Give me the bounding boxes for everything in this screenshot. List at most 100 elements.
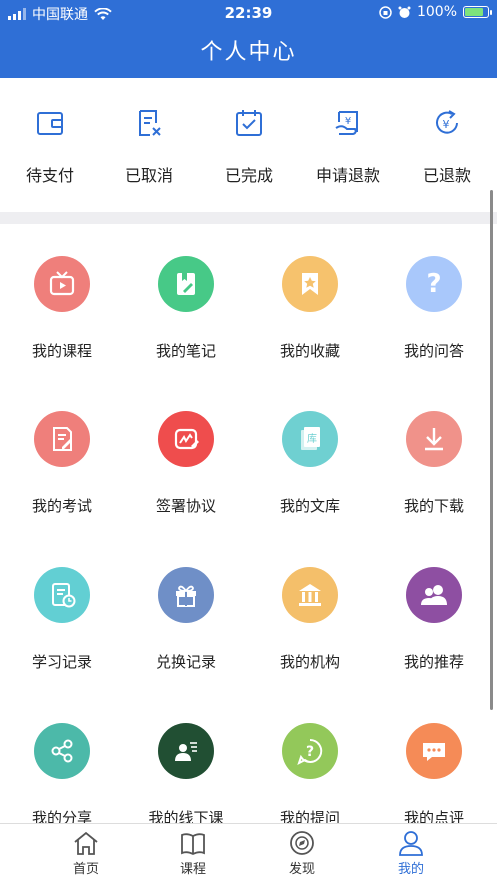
- book-icon: [181, 833, 205, 856]
- my-exams-circle: [34, 411, 90, 467]
- grid-item-my-questions[interactable]: ? 我的提问: [248, 723, 372, 828]
- grid-item-study-record[interactable]: 学习记录: [0, 567, 124, 672]
- bottom-tab-bar: 首页 课程 发现 我的: [0, 823, 497, 883]
- battery-icon: [463, 6, 492, 18]
- order-refund-request[interactable]: ¥ 申请退款: [298, 108, 398, 186]
- sign-agreement-circle: [158, 411, 214, 467]
- tab-discover[interactable]: 发现: [240, 830, 364, 877]
- library-book-icon: 库: [301, 427, 320, 450]
- order-cancelled[interactable]: 已取消: [99, 108, 199, 186]
- check-calendar-icon: [236, 110, 262, 136]
- gift-icon: [176, 585, 196, 607]
- grid-label: 我的下载: [403, 497, 464, 515]
- order-completed[interactable]: 已完成: [199, 108, 299, 186]
- svg-text:¥: ¥: [345, 116, 351, 127]
- grid-item-my-recommendations[interactable]: 我的推荐: [372, 567, 496, 672]
- tab-label: 首页: [72, 862, 99, 877]
- grid-item-my-exams[interactable]: 我的考试: [0, 411, 124, 516]
- grid-label: 我的问答: [403, 342, 464, 360]
- compass-icon: [290, 831, 314, 855]
- my-institution-circle: [282, 567, 338, 623]
- battery-percent: 100%: [416, 4, 457, 20]
- order-label: 已退款: [422, 166, 471, 185]
- grid-item-my-qa[interactable]: ? 我的问答: [372, 256, 496, 361]
- grid-item-my-reviews[interactable]: 我的点评: [372, 723, 496, 828]
- grid-item-offline-class[interactable]: 我的线下课: [124, 723, 248, 828]
- ask-question-icon: ?: [297, 738, 323, 765]
- my-shares-circle: [34, 723, 90, 779]
- tab-mine[interactable]: 我的: [349, 830, 473, 877]
- my-recommendations-circle: [406, 567, 462, 623]
- order-label: 申请退款: [315, 166, 380, 185]
- my-courses-circle: [34, 256, 90, 312]
- section-divider: [0, 212, 497, 224]
- svg-text:¥: ¥: [443, 118, 450, 131]
- my-favorites-circle: [282, 256, 338, 312]
- grid-label: 学习记录: [31, 653, 92, 671]
- app-header: 中国联通 22:39 100% 个人中心: [0, 0, 497, 78]
- user-icon: [399, 831, 423, 856]
- notebook-pen-icon: [177, 273, 195, 295]
- grid-item-my-library[interactable]: 库 我的文库: [248, 411, 372, 516]
- grid-item-my-notes[interactable]: 我的笔记: [124, 256, 248, 361]
- home-icon: [74, 831, 98, 855]
- grid-item-my-favorites[interactable]: 我的收藏: [248, 256, 372, 361]
- exam-paper-icon: [53, 427, 72, 451]
- order-pending-payment[interactable]: 待支付: [0, 108, 100, 186]
- grid-item-my-courses[interactable]: 我的课程: [0, 256, 124, 361]
- grid-label: 我的考试: [31, 497, 92, 515]
- grid-item-my-shares[interactable]: 我的分享: [0, 723, 124, 828]
- orientation-lock-icon: [379, 5, 392, 19]
- scrollbar[interactable]: [490, 190, 493, 710]
- refund-request-icon: ¥: [335, 111, 358, 135]
- users-icon: [421, 585, 447, 605]
- exchange-record-circle: [158, 567, 214, 623]
- share-icon: [51, 739, 73, 763]
- my-qa-circle: ?: [406, 256, 462, 312]
- my-downloads-circle: [406, 411, 462, 467]
- grid-item-exchange-record[interactable]: 兑换记录: [124, 567, 248, 672]
- comment-icon: [423, 743, 445, 761]
- my-questions-circle: ?: [282, 723, 338, 779]
- status-right: 100%: [379, 4, 492, 20]
- svg-text:库: 库: [307, 432, 317, 445]
- study-record-circle: [34, 567, 90, 623]
- tab-label: 我的: [397, 862, 424, 877]
- bookmark-star-icon: [302, 273, 318, 295]
- my-reviews-circle: [406, 723, 462, 779]
- grid-label: 我的课程: [31, 342, 92, 360]
- grid-item-my-downloads[interactable]: 我的下载: [372, 411, 496, 516]
- sign-agreement-icon: [174, 428, 199, 450]
- institution-icon: [299, 584, 321, 606]
- tab-label: 发现: [288, 862, 315, 877]
- grid-item-sign-agreement[interactable]: 签署协议: [124, 411, 248, 516]
- grid-item-my-institution[interactable]: 我的机构: [248, 567, 372, 672]
- tab-home[interactable]: 首页: [24, 830, 148, 877]
- my-library-circle: 库: [282, 411, 338, 467]
- grid-label: 我的文库: [279, 497, 340, 515]
- grid-label: 签署协议: [155, 497, 216, 515]
- grid-label: 我的推荐: [403, 653, 464, 671]
- refunded-icon: ¥: [436, 110, 458, 134]
- tab-courses[interactable]: 课程: [131, 830, 255, 877]
- svg-text:?: ?: [426, 269, 441, 299]
- status-bar: 中国联通 22:39 100%: [0, 0, 497, 26]
- grid-label: 我的机构: [279, 653, 340, 671]
- wallet-icon: [37, 112, 63, 135]
- download-icon: [425, 428, 443, 451]
- offline-class-circle: [158, 723, 214, 779]
- tv-play-icon: [49, 271, 75, 296]
- my-notes-circle: [158, 256, 214, 312]
- order-status-row: 待支付 已取消 已完成 ¥ 申请退款 ¥ 已退款: [0, 78, 497, 210]
- order-label: 已完成: [224, 166, 273, 185]
- offline-class-icon: [175, 742, 197, 761]
- order-label: 待支付: [25, 166, 74, 185]
- grid-label: 兑换记录: [155, 653, 216, 671]
- grid-label: 我的笔记: [155, 342, 216, 360]
- svg-text:?: ?: [306, 744, 314, 760]
- cancel-doc-icon: [139, 110, 161, 136]
- order-refunded[interactable]: ¥ 已退款: [397, 108, 497, 186]
- page-title: 个人中心: [200, 40, 297, 65]
- tab-label: 课程: [179, 862, 206, 877]
- order-label: 已取消: [124, 166, 173, 185]
